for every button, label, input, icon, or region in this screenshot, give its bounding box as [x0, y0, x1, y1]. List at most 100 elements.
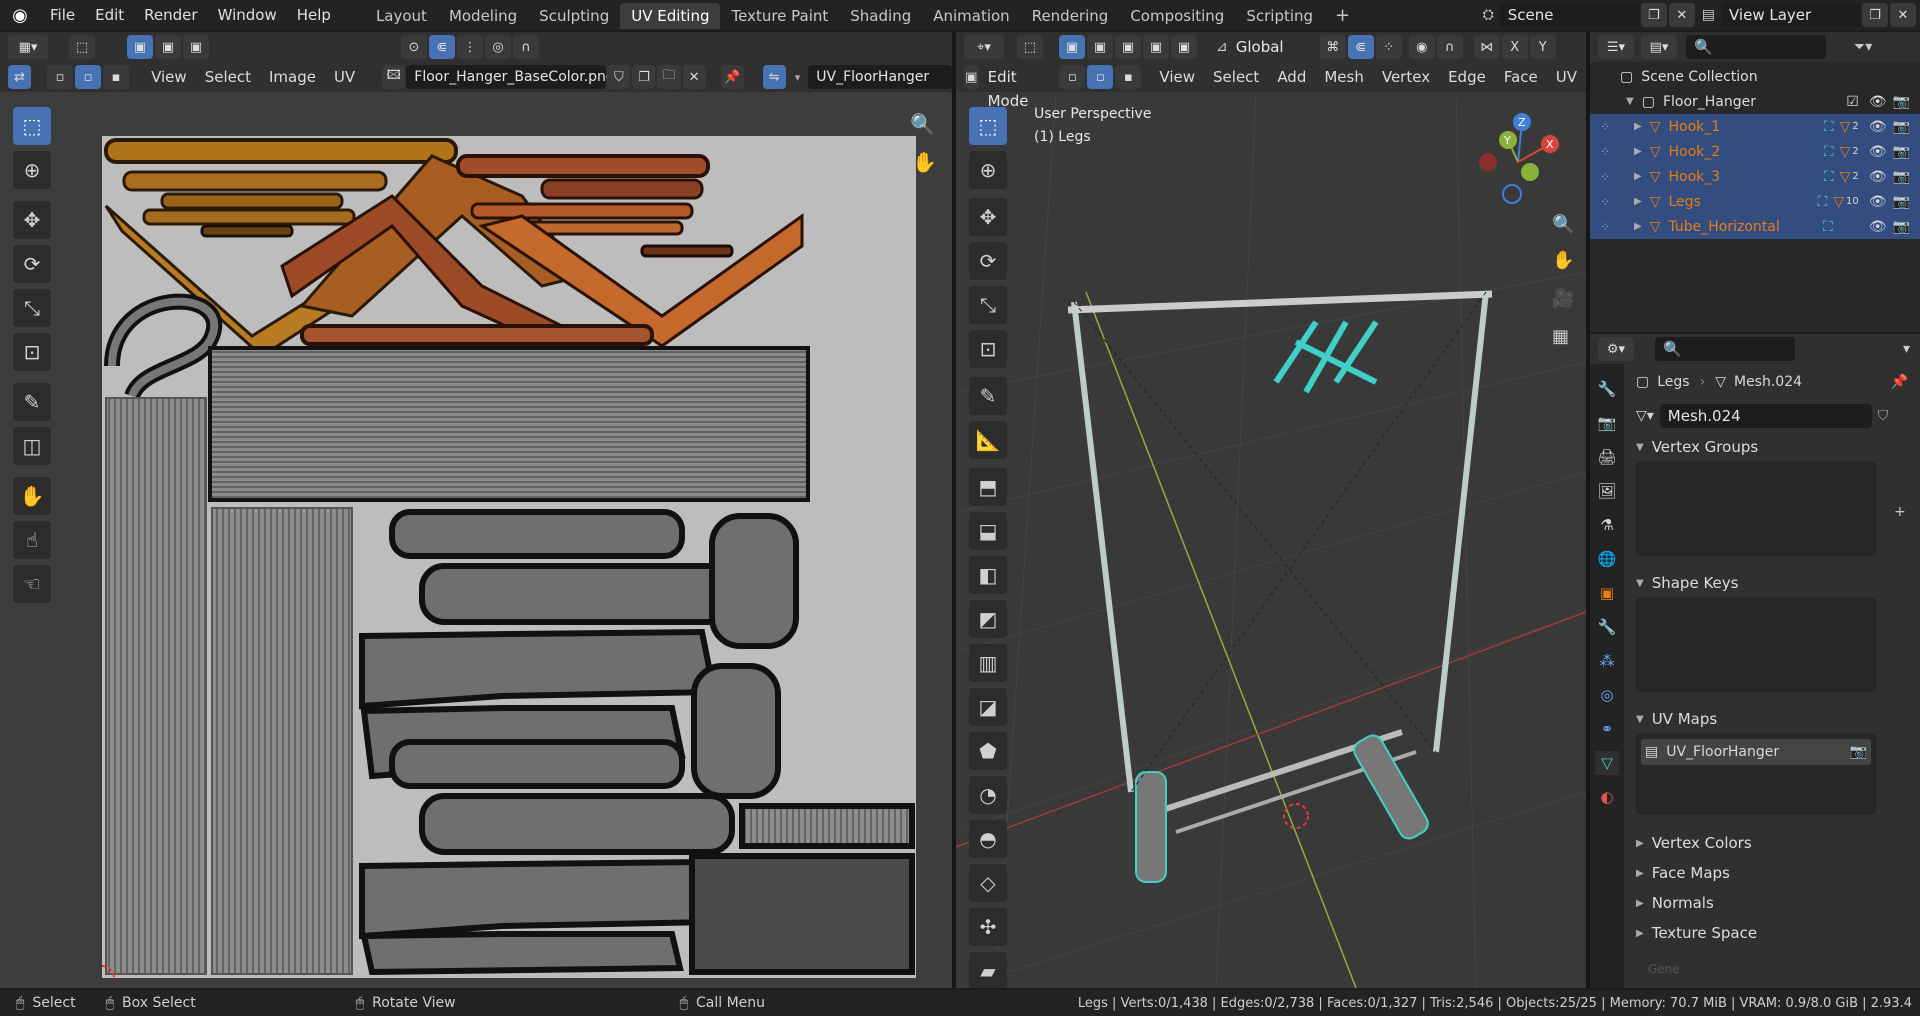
tab-sculpting[interactable]: Sculpting [528, 3, 620, 29]
expand-icon[interactable]: ▶ [1634, 121, 1642, 132]
rotate-tool-icon[interactable]: ⟳ [13, 245, 51, 283]
scale-tool-icon[interactable]: ⤡ [13, 289, 51, 327]
vp-falloff-icon[interactable]: ∩ [1436, 35, 1463, 59]
cursor-tool-icon[interactable]: ⊕ [13, 151, 51, 189]
visibility-eye-icon[interactable]: 👁 [1869, 169, 1887, 185]
delete-scene-icon[interactable]: ✕ [1668, 3, 1695, 27]
tab-animation[interactable]: Animation [922, 3, 1020, 29]
select-box-tool-icon[interactable]: ⬚ [13, 107, 51, 145]
vertex-select-icon[interactable]: ⁘ [1590, 170, 1620, 184]
pin-icon[interactable]: 📌 [1891, 374, 1908, 390]
vertex-select-icon[interactable]: ⁘ [1590, 145, 1620, 159]
uv-map-item[interactable]: ▤ UV_FloorHanger 📷 [1641, 739, 1871, 765]
mesh-name-field[interactable]: Mesh.024 [1659, 404, 1872, 428]
vp-rotate-tool-icon[interactable]: ⟳ [969, 242, 1007, 280]
falloff-icon[interactable]: ∩ [513, 35, 539, 59]
tab-texture-paint[interactable]: Texture Paint [720, 3, 839, 29]
fake-user-icon[interactable]: ⛉ [607, 65, 631, 89]
bevel-tool-icon[interactable]: ◩ [969, 600, 1007, 638]
shape-keys-list[interactable] [1636, 598, 1876, 692]
face-select-icon[interactable]: ▪ [103, 65, 130, 89]
outliner-root-collection[interactable]: ▼ ▢ Floor_Hanger ☑ 👁 📷 [1626, 89, 1920, 114]
navigation-gizmo[interactable]: Z Y X [1468, 112, 1568, 212]
snap-target-icon[interactable]: ⋮ [457, 35, 483, 59]
transform-tool-icon[interactable]: ⊡ [13, 333, 51, 371]
render-camera-icon[interactable]: 📷 [1893, 119, 1910, 135]
outliner-item[interactable]: ⁘ ▶ ▽ Tube_Horizontal ⛶ 👁 📷 [1590, 214, 1920, 239]
render-tab-icon[interactable]: 📷 [1595, 411, 1619, 435]
vp-select-box-tool-icon[interactable]: ⬚ [969, 107, 1007, 145]
tab-rendering[interactable]: Rendering [1021, 3, 1120, 29]
vp-menu-view[interactable]: View [1150, 68, 1204, 86]
visibility-eye-icon[interactable]: 👁 [1869, 194, 1887, 210]
image-name-field[interactable]: Floor_Hanger_BaseColor.png [406, 65, 615, 89]
constraints-tab-icon[interactable]: ⚭ [1595, 717, 1619, 741]
outliner-search-icon[interactable]: 🔍 [1686, 35, 1826, 59]
outliner-item[interactable]: ⁘ ▶ ▽ Hook_3 ⛶ ▽ 2 👁 📷 [1590, 164, 1920, 189]
visibility-eye-icon[interactable]: 👁 [1869, 119, 1887, 135]
outliner-scene-collection[interactable]: ▢ Scene Collection [1620, 64, 1892, 89]
vp-menu-mesh[interactable]: Mesh [1315, 68, 1373, 86]
expand-icon[interactable]: ▼ [1626, 96, 1634, 107]
face-maps-panel[interactable]: ▶ Face Maps [1624, 858, 1920, 888]
uv-menu-select[interactable]: Select [196, 68, 260, 86]
scene-tab-icon[interactable]: ⚗ [1595, 513, 1619, 537]
extrude-tool-icon[interactable]: ⬓ [969, 512, 1007, 550]
vertex-groups-panel[interactable]: ▼ Vertex Groups [1624, 432, 1920, 462]
render-camera-icon[interactable]: 📷 [1893, 194, 1910, 210]
outliner-item[interactable]: ⁘ ▶ ▽ Legs ⛶ ▽ 10 👁 📷 [1590, 189, 1920, 214]
mode-icon[interactable]: ▣ [964, 65, 979, 89]
viewport-select-tool-icon[interactable]: ⬚ [1017, 35, 1043, 59]
shrink-fatten-tool-icon[interactable]: ✣ [969, 908, 1007, 946]
knife-tool-icon[interactable]: ◪ [969, 688, 1007, 726]
add-workspace-button[interactable]: + [1324, 3, 1361, 29]
vertex-groups-list[interactable] [1636, 462, 1876, 556]
editor-type-icon[interactable]: ▦▾ [8, 35, 48, 59]
add-cube-tool-icon[interactable]: ⬒ [969, 468, 1007, 506]
menu-render[interactable]: Render [134, 0, 207, 30]
vp-zoom-icon[interactable]: 🔍 [1552, 214, 1574, 235]
expand-icon[interactable]: ▶ [1634, 171, 1642, 182]
zoom-icon[interactable]: 🔍 [910, 112, 935, 136]
loop-cut-tool-icon[interactable]: ▥ [969, 644, 1007, 682]
select-tool-icon[interactable]: ⬚ [69, 35, 95, 59]
outliner-item[interactable]: ⁘ ▶ ▽ Hook_2 ⛶ ▽ 2 👁 📷 [1590, 139, 1920, 164]
scene-field[interactable]: Scene [1499, 3, 1640, 27]
vp-select-new-icon[interactable]: ▣ [1059, 35, 1085, 59]
vp-transform-tool-icon[interactable]: ⊡ [969, 330, 1007, 368]
render-camera-icon[interactable]: 📷 [1893, 144, 1910, 160]
tab-uv-editing[interactable]: UV Editing [620, 3, 721, 29]
menu-help[interactable]: Help [287, 0, 341, 30]
view-layer-icon[interactable]: ▤ [1702, 7, 1715, 23]
tab-compositing[interactable]: Compositing [1119, 3, 1235, 29]
chevron-down-icon[interactable]: ▾ [795, 71, 801, 84]
ortho-toggle-icon[interactable]: ▦ [1552, 326, 1569, 347]
world-tab-icon[interactable]: 🌐 [1595, 547, 1619, 571]
vp-proportional-icon[interactable]: ◉ [1408, 35, 1435, 59]
expand-icon[interactable]: ▶ [1634, 146, 1642, 157]
vp-move-tool-icon[interactable]: ✥ [969, 198, 1007, 236]
modifier-tab-icon[interactable]: 🔧 [1595, 615, 1619, 639]
vp-face-mode-icon[interactable]: ▪ [1115, 65, 1142, 89]
scene-icon[interactable]: ⛭ [1483, 7, 1494, 23]
view-layer-tab-icon[interactable]: 🖼 [1595, 479, 1619, 503]
outliner-editor-type-icon[interactable]: ☰▾ [1598, 35, 1634, 59]
particles-tab-icon[interactable]: ⁂ [1595, 649, 1619, 673]
poly-build-tool-icon[interactable]: ⬟ [969, 732, 1007, 770]
edge-slide-tool-icon[interactable]: ◇ [969, 864, 1007, 902]
rip-tool-icon[interactable]: ◫ [13, 427, 51, 465]
outliner-item[interactable]: ⁘ ▶ ▽ Hook_1 ⛶ ▽ 2 👁 📷 [1590, 114, 1920, 139]
active-render-camera-icon[interactable]: 📷 [1850, 744, 1867, 760]
mirror-y-toggle[interactable]: Y [1529, 35, 1556, 59]
uv-map-icon[interactable]: ⇋ [762, 65, 786, 89]
tab-modeling[interactable]: Modeling [438, 3, 528, 29]
delete-view-layer-icon[interactable]: ✕ [1890, 3, 1916, 27]
camera-view-icon[interactable]: 🎥 [1552, 288, 1574, 309]
properties-options-chevron-icon[interactable]: ▾ [1903, 341, 1910, 357]
unlink-image-icon[interactable]: ✕ [682, 65, 706, 89]
grab-tool-icon[interactable]: ✋ [13, 477, 51, 515]
blender-logo-icon[interactable]: ◉ [0, 5, 40, 26]
sync-selection-icon[interactable]: ⇄ [8, 65, 32, 89]
new-view-layer-icon[interactable]: ❐ [1862, 3, 1888, 27]
select-extend-icon[interactable]: ▣ [155, 35, 181, 59]
